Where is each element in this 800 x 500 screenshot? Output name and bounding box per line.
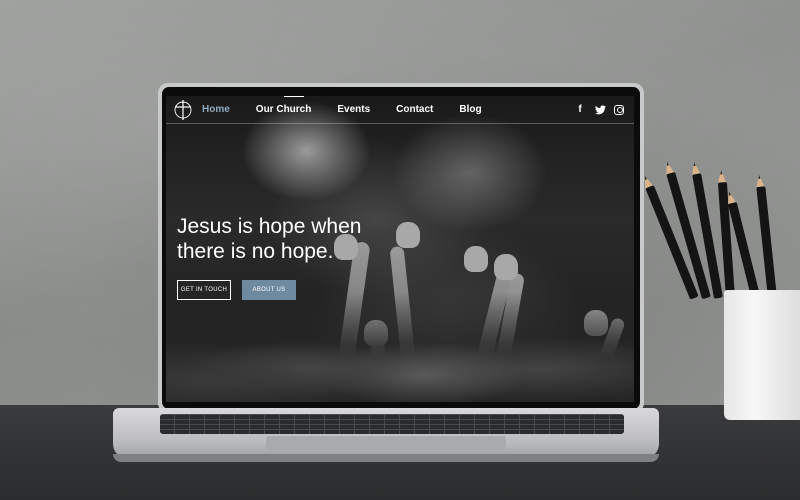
- nav-menu: Home Our Church Events Contact Blog: [202, 104, 508, 115]
- nav-item-events[interactable]: Events: [337, 104, 370, 115]
- social-links: f: [566, 104, 624, 116]
- keyboard: [160, 414, 624, 434]
- hero-headline: Jesus is hope when there is no hope.: [177, 214, 417, 264]
- nav-item-our-church[interactable]: Our Church: [256, 104, 312, 115]
- about-us-button[interactable]: ABOUT US: [242, 280, 296, 300]
- trackpad: [266, 436, 506, 450]
- get-in-touch-button[interactable]: GET IN TOUCH: [177, 280, 231, 300]
- hero-photo-crowd: [166, 292, 634, 402]
- site-navbar: Home Our Church Events Contact Blog f: [166, 96, 634, 124]
- hero-headline-line-1: Jesus is hope when: [177, 215, 362, 238]
- instagram-icon[interactable]: [614, 104, 624, 115]
- nav-item-contact[interactable]: Contact: [396, 104, 433, 115]
- laptop-screen: Home Our Church Events Contact Blog f Je…: [166, 96, 634, 402]
- nav-indicator: [284, 96, 304, 97]
- facebook-icon[interactable]: f: [574, 104, 586, 116]
- nav-item-blog[interactable]: Blog: [459, 104, 481, 115]
- cross-logo-icon[interactable]: [172, 99, 194, 121]
- nav-item-home[interactable]: Home: [202, 104, 230, 115]
- twitter-icon[interactable]: [594, 104, 606, 116]
- hero-headline-line-2: there is no hope.: [177, 240, 334, 263]
